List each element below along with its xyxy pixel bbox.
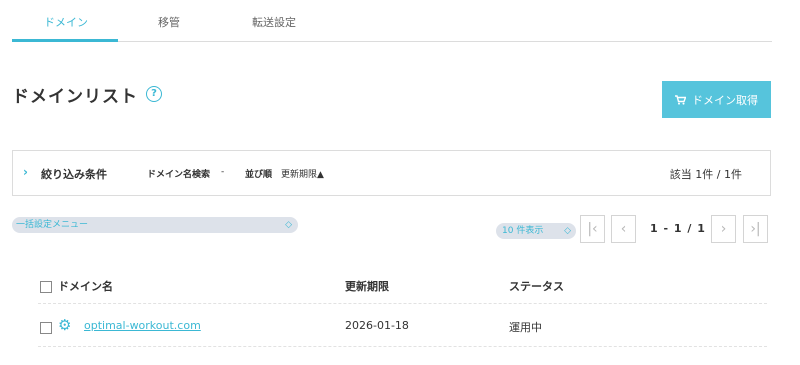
column-header-status: ステータス (509, 280, 564, 293)
filter-bar: › 絞り込み条件 ドメイン名検索 - 並び順 更新期限▲ 該当 1件 / 1件 (12, 150, 771, 196)
select-all-checkbox[interactable] (40, 281, 52, 293)
filter-sort-label: 並び順 (245, 170, 273, 180)
tab-bar: ドメイン 移管 転送設定 (12, 0, 772, 42)
tab-domain[interactable]: ドメイン (44, 14, 88, 30)
filter-toggle-label[interactable]: 絞り込み条件 (41, 166, 107, 182)
question-circle-icon[interactable]: ? (146, 86, 162, 102)
column-header-expiry: 更新期限 (345, 280, 389, 293)
gear-icon[interactable]: ⚙ (58, 317, 71, 333)
domain-expiry: 2026-01-18 (345, 319, 409, 332)
page-title: ドメインリスト (12, 87, 138, 107)
per-page-value: 10 件表示 (502, 226, 544, 236)
next-page-button[interactable]: › (711, 215, 736, 243)
acquire-domain-label: ドメイン取得 (692, 94, 758, 107)
acquire-domain-button[interactable]: ドメイン取得 (662, 81, 771, 118)
bulk-settings-value: 一括設定メニュー (16, 220, 89, 230)
first-page-button[interactable]: |‹ (580, 215, 605, 243)
filter-search-value: - (221, 167, 225, 177)
active-tab-indicator (12, 39, 118, 42)
page-info: 1 - 1 / 1 (650, 222, 706, 235)
result-count: 該当 1件 / 1件 (669, 168, 742, 181)
chevron-right-icon[interactable]: › (23, 165, 28, 179)
domain-status: 運用中 (509, 321, 542, 334)
table-divider (38, 346, 767, 347)
column-header-domain: ドメイン名 (58, 280, 113, 293)
filter-sort-value: 更新期限▲ (281, 170, 324, 180)
row-checkbox[interactable] (40, 322, 52, 334)
select-arrows-icon: ◇ (285, 220, 292, 230)
per-page-select[interactable]: 10 件表示 ◇ (496, 223, 576, 239)
prev-page-button[interactable]: ‹ (611, 215, 636, 243)
tab-transfer[interactable]: 移管 (158, 14, 180, 30)
cart-icon (675, 94, 686, 105)
last-page-button[interactable]: ›| (743, 215, 768, 243)
filter-search-label: ドメイン名検索 (147, 170, 211, 180)
tab-forwarding[interactable]: 転送設定 (252, 14, 296, 30)
select-arrows-icon: ◇ (564, 226, 571, 236)
domain-link[interactable]: optimal-workout.com (84, 319, 201, 332)
bulk-settings-select[interactable]: 一括設定メニュー ◇ (12, 217, 298, 233)
table-divider (38, 303, 767, 304)
